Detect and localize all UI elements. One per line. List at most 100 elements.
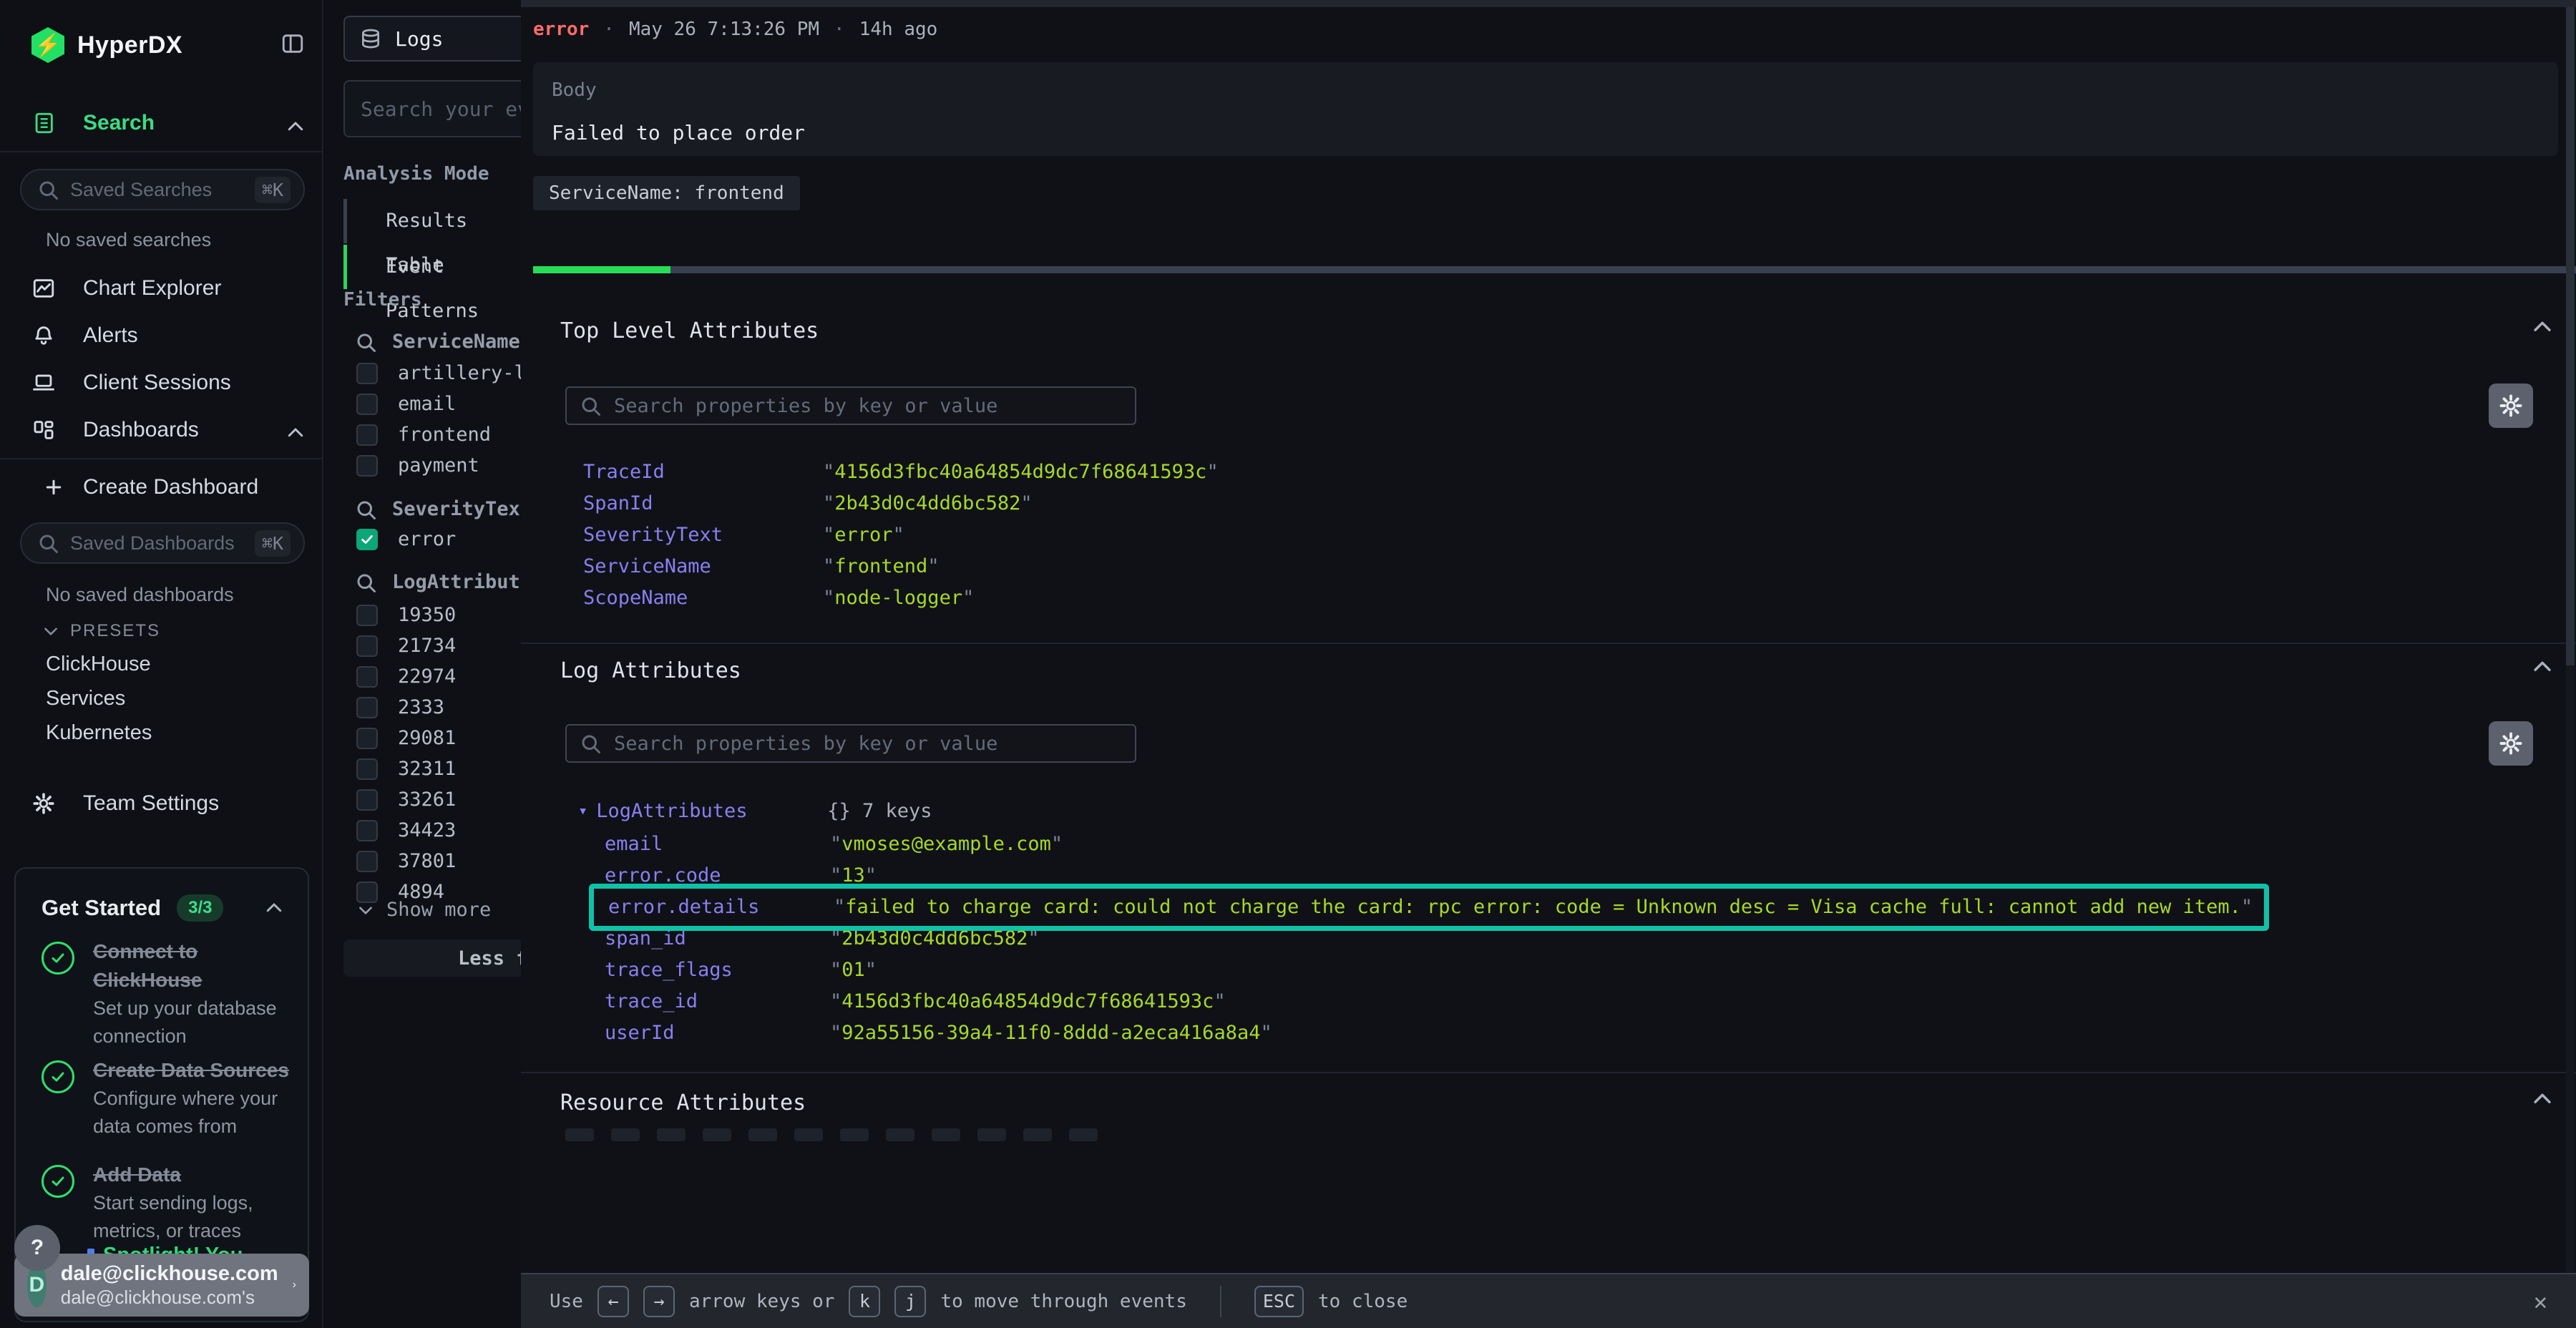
filter-group-logattributes[interactable]: LogAttributes (355, 571, 543, 593)
service-tag-chip[interactable]: ServiceName: frontend (533, 176, 800, 210)
check-circle-icon (42, 1165, 74, 1198)
event-detail-panel: error · May 26 7:13:26 PM · 14h ago Body… (521, 0, 2576, 1328)
attributes-settings-button[interactable] (2489, 384, 2533, 428)
attribute-row[interactable]: ScopeName"node-logger" (583, 582, 1219, 614)
attribute-row[interactable]: ServiceName"frontend" (583, 551, 1219, 582)
section-title-log-attributes: Log Attributes (560, 658, 741, 683)
attribute-row[interactable]: userId"92a55156-39a4-11f0-8ddd-a2eca416a… (605, 1017, 2269, 1049)
property-search-input[interactable]: Search properties by key or value (565, 724, 1136, 763)
resource-badge[interactable] (657, 1128, 686, 1141)
saved-dashboards-input[interactable]: Saved Dashboards ⌘K (20, 522, 305, 564)
shortcut-badge: ⌘K (255, 177, 291, 203)
attributes-settings-button[interactable] (2489, 721, 2533, 766)
resource-badge[interactable] (794, 1128, 823, 1141)
get-started-step-add-data[interactable]: Add Data Start sending logs, metrics, or… (42, 1161, 292, 1245)
k-key[interactable]: k (849, 1286, 880, 1317)
resource-badge[interactable] (1069, 1128, 1098, 1141)
property-search-input[interactable]: Search properties by key or value (565, 386, 1136, 425)
section-collapse-chevron-up-icon[interactable] (2530, 315, 2555, 339)
attribute-row[interactable]: trace_flags"01" (605, 954, 2269, 986)
top-level-attribute-rows: TraceId"4156d3fbc40a64854d9dc7f68641593c… (583, 456, 1219, 614)
attribute-row[interactable]: SeverityText"error" (583, 519, 1219, 551)
dashboards-chevron-up-icon[interactable] (285, 422, 306, 444)
sidebar-item-client-sessions[interactable]: Client Sessions (31, 371, 231, 395)
attribute-row[interactable]: TraceId"4156d3fbc40a64854d9dc7f68641593c… (583, 456, 1219, 488)
attribute-row[interactable]: error.details"failed to charge card: cou… (589, 884, 2269, 931)
attribute-row[interactable]: SpanId"2b43d0c4dd6bc582" (583, 488, 1219, 519)
filter-checkbox[interactable]: 29081 (356, 723, 456, 753)
filter-checkbox[interactable]: 32311 (356, 753, 456, 784)
filter-checkbox[interactable]: 22974 (356, 661, 456, 692)
filter-group-servicename[interactable]: ServiceName (355, 331, 520, 353)
tab-underline-track (533, 266, 2576, 273)
attribute-row[interactable]: email"vmoses@example.com" (605, 829, 2269, 860)
keyboard-hints-bar: Use ← → arrow keys or k j to move throug… (521, 1273, 2576, 1328)
filter-group-severitytext[interactable]: SeverityText (355, 498, 532, 520)
j-key[interactable]: j (894, 1286, 926, 1317)
resource-badge[interactable] (886, 1128, 914, 1141)
resource-badge[interactable] (565, 1128, 594, 1141)
collapse-triangle-icon[interactable]: ▾ (578, 796, 587, 827)
body-message: Failed to place order (552, 121, 2540, 145)
sidebar-item-chart-explorer[interactable]: Chart Explorer (31, 276, 221, 301)
filter-checkbox[interactable]: artillery-loa (356, 358, 549, 389)
sidebar-item-team-settings[interactable]: Team Settings (31, 791, 219, 816)
checkbox-icon (356, 820, 378, 841)
sidebar-item-alerts[interactable]: Alerts (31, 323, 138, 348)
resource-badge[interactable] (840, 1128, 869, 1141)
filter-checkbox[interactable]: payment (356, 450, 549, 481)
filter-checkbox[interactable]: 19350 (356, 600, 456, 630)
get-started-step-connect[interactable]: Connect to ClickHouse Set up your databa… (42, 937, 292, 1050)
search-nav-icon (31, 111, 56, 135)
filter-checkbox[interactable]: 37801 (356, 846, 456, 877)
resource-badge[interactable] (977, 1128, 1006, 1141)
resource-badge[interactable] (703, 1128, 731, 1141)
section-divider (521, 643, 2576, 644)
checkbox-icon (356, 394, 378, 415)
app-logo[interactable]: ⚡ HyperDX (31, 27, 182, 63)
logattributes-tree-root[interactable]: ▾ LogAttributes {} 7 keys (578, 796, 932, 827)
get-started-step-sources[interactable]: Create Data Sources Configure where your… (42, 1056, 292, 1141)
filter-checkbox[interactable]: 2333 (356, 692, 456, 723)
filter-checkbox[interactable]: 33261 (356, 784, 456, 815)
search-section-chevron-up-icon[interactable] (285, 116, 306, 137)
user-menu[interactable]: D dale@clickhouse.com dale@clickhouse.co… (14, 1254, 309, 1317)
search-icon (355, 499, 376, 520)
sidebar-collapse-icon[interactable] (280, 31, 305, 56)
show-more-button[interactable]: Show more (356, 899, 491, 921)
database-icon (359, 27, 382, 50)
sidebar-item-search[interactable]: Search (31, 111, 155, 135)
checkbox-icon (356, 363, 378, 384)
filter-checkbox[interactable]: 21734 (356, 630, 456, 661)
left-arrow-key[interactable]: ← (597, 1286, 629, 1317)
resource-badge[interactable] (1023, 1128, 1052, 1141)
close-icon[interactable]: ✕ (2534, 1288, 2547, 1315)
preset-clickhouse[interactable]: ClickHouse (46, 653, 151, 676)
section-title-top-level: Top Level Attributes (560, 318, 819, 343)
attribute-row[interactable]: trace_id"4156d3fbc40a64854d9dc7f68641593… (605, 986, 2269, 1017)
filter-checkbox[interactable]: 34423 (356, 815, 456, 846)
resource-badge[interactable] (748, 1128, 777, 1141)
filters-label: Filters (343, 289, 422, 311)
preset-services[interactable]: Services (46, 687, 125, 711)
scrollbar-thumb[interactable] (2566, 7, 2575, 665)
plus-icon (43, 477, 64, 498)
presets-section[interactable]: PRESETS (42, 621, 160, 641)
section-collapse-chevron-up-icon[interactable] (2530, 1087, 2555, 1111)
get-started-chevron-up-icon[interactable] (263, 897, 285, 919)
section-collapse-chevron-up-icon[interactable] (2530, 655, 2555, 679)
filter-checkbox[interactable]: email (356, 389, 549, 419)
sidebar-item-dashboards[interactable]: Dashboards (31, 418, 199, 442)
resource-badge[interactable] (932, 1128, 960, 1141)
esc-key[interactable]: ESC (1254, 1286, 1304, 1317)
search-icon (37, 532, 59, 554)
saved-searches-input[interactable]: Saved Searches ⌘K (20, 169, 305, 210)
preset-kubernetes[interactable]: Kubernetes (46, 721, 152, 745)
right-arrow-key[interactable]: → (643, 1286, 675, 1317)
filter-checkbox[interactable]: frontend (356, 419, 549, 450)
help-button[interactable]: ? (14, 1225, 60, 1271)
create-dashboard-button[interactable]: Create Dashboard (43, 475, 258, 499)
shortcut-badge: ⌘K (255, 530, 291, 557)
resource-badge[interactable] (611, 1128, 640, 1141)
filter-checkbox[interactable]: error (356, 524, 456, 555)
